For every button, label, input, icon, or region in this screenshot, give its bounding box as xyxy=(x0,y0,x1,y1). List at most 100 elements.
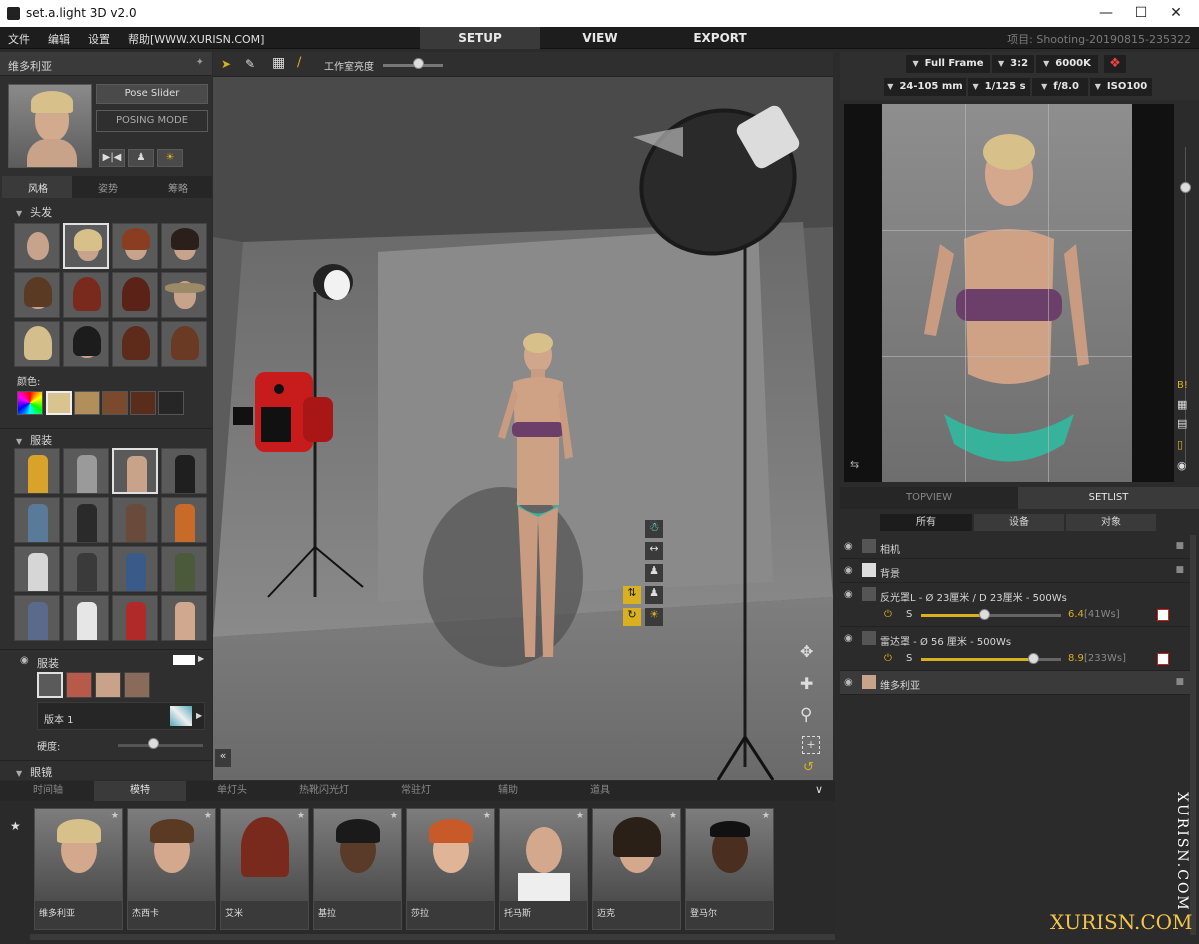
model-card[interactable]: ★ 托马斯 xyxy=(499,808,588,930)
hair-option[interactable] xyxy=(112,272,158,318)
setlist-item-camera[interactable]: ◉ 相机 ■ xyxy=(840,535,1190,559)
grid-overlay-icon[interactable]: ▦ xyxy=(1177,398,1187,411)
ratio-select[interactable]: ▼ 3:2 xyxy=(992,55,1034,73)
rotate-icon[interactable]: ↻ xyxy=(623,608,641,626)
glasses-section-header[interactable]: ▼ 眼镜 xyxy=(0,760,212,779)
clothing-option[interactable] xyxy=(14,497,60,543)
frame-icon[interactable]: + xyxy=(802,736,820,754)
filter-devices[interactable]: 设备 xyxy=(974,514,1064,531)
clothing-variant[interactable] xyxy=(124,672,150,698)
menu-settings[interactable]: 设置 xyxy=(88,31,110,47)
filter-all[interactable]: 所有 xyxy=(880,514,972,531)
studio-brightness-knob[interactable] xyxy=(413,58,424,69)
clothing-option[interactable] xyxy=(161,448,207,494)
pose-icon[interactable]: ♟ xyxy=(645,586,663,604)
sensor-select[interactable]: ▼ Full Frame xyxy=(906,55,990,73)
setlist-scrollbar[interactable] xyxy=(1190,535,1196,935)
power-icon[interactable]: ⏻ xyxy=(884,653,892,664)
setlist-item-model[interactable]: ◉ 维多利亚 ■ xyxy=(840,671,1190,695)
color-wheel-icon[interactable]: ❖ xyxy=(1104,55,1126,73)
model-card[interactable]: ★ 艾米 xyxy=(220,808,309,930)
hardness-slider-knob[interactable] xyxy=(148,738,159,749)
hair-color-swatch[interactable] xyxy=(46,391,72,415)
tab-strategy[interactable]: 筹略 xyxy=(168,180,188,195)
menu-edit[interactable]: 编辑 xyxy=(48,31,70,47)
pin-icon[interactable]: ✦ xyxy=(196,57,204,68)
clothing-variant[interactable] xyxy=(66,672,92,698)
tab-speedlight[interactable]: 热靴闪光灯 xyxy=(278,781,370,801)
vertical-move-icon[interactable]: ⇅ xyxy=(623,586,641,604)
reflector-power-knob[interactable] xyxy=(979,609,990,620)
histogram-icon[interactable]: ▤ xyxy=(1177,417,1187,430)
figure-icon[interactable]: ♟ xyxy=(645,564,663,582)
clothing-variant[interactable] xyxy=(37,672,63,698)
clothing-option[interactable] xyxy=(112,546,158,592)
focus-icon[interactable]: ◉ xyxy=(1177,459,1187,472)
setlist-item-background[interactable]: ◉ 背景 ■ xyxy=(840,559,1190,583)
tab-pose[interactable]: 姿势 xyxy=(98,180,118,195)
clothing-option[interactable] xyxy=(112,497,158,543)
camera-preview[interactable]: ⇆ xyxy=(844,104,1174,482)
clothing-section-header[interactable]: ▼ 服装 xyxy=(0,428,212,447)
tab-timeline[interactable]: 时间轴 xyxy=(2,781,94,801)
lens-select[interactable]: ▼ 24-105 mm xyxy=(884,78,966,96)
hair-option[interactable] xyxy=(14,272,60,318)
reflector-power-slider[interactable] xyxy=(921,614,1061,617)
menu-help[interactable]: 帮助[WWW.XURISN.COM] xyxy=(128,31,264,47)
clothing-option[interactable] xyxy=(14,546,60,592)
move-model-icon[interactable]: ☃ xyxy=(645,520,663,538)
version-selector[interactable]: 版本 1 ▶ xyxy=(37,702,205,730)
clothing-option[interactable] xyxy=(14,448,60,494)
temperature-select[interactable]: ▼ 6000K xyxy=(1036,55,1098,73)
tab-props[interactable]: 道具 xyxy=(554,781,646,801)
measure-tool-icon[interactable]: ✎ xyxy=(245,57,255,71)
clothing-color-swatch[interactable] xyxy=(173,655,195,665)
clothing-option[interactable] xyxy=(112,595,158,641)
hair-color-swatch[interactable] xyxy=(74,391,100,415)
tab-models[interactable]: 模特 xyxy=(94,781,186,801)
hair-option[interactable] xyxy=(161,272,207,318)
clothing-variant[interactable] xyxy=(95,672,121,698)
tab-auxiliary[interactable]: 辅助 xyxy=(462,781,554,801)
tab-view[interactable]: VIEW xyxy=(540,27,660,49)
select-tool-icon[interactable]: ➤ xyxy=(221,57,231,71)
orbit-icon[interactable]: ✥ xyxy=(800,642,813,661)
clothing-option[interactable] xyxy=(63,448,109,494)
color-picker-swatch[interactable] xyxy=(17,391,43,415)
favorites-star-icon[interactable]: ★ xyxy=(10,819,21,833)
models-scrollbar[interactable] xyxy=(30,934,835,940)
line-tool-icon[interactable]: ∕ xyxy=(297,55,301,70)
hair-option[interactable] xyxy=(14,321,60,367)
clothing-option[interactable] xyxy=(63,595,109,641)
hair-option[interactable] xyxy=(63,223,109,269)
preview-zoom-knob[interactable] xyxy=(1180,182,1191,193)
hair-option[interactable] xyxy=(161,223,207,269)
setlist-item-reflector[interactable]: ◉ 反光罩L - Ø 23厘米 / D 23厘米 - 500Ws ⏻ S 6.4… xyxy=(840,583,1190,627)
hair-color-swatch[interactable] xyxy=(102,391,128,415)
model-card[interactable]: ★ 基拉 xyxy=(313,808,402,930)
zoom-icon[interactable]: ⚲ xyxy=(800,705,812,725)
disable-icon[interactable] xyxy=(1157,653,1169,665)
model-card[interactable]: ★ 迈克 xyxy=(592,808,681,930)
model-card[interactable]: ★ 莎拉 xyxy=(406,808,495,930)
hardness-slider[interactable] xyxy=(118,744,203,747)
clothing-option[interactable] xyxy=(161,497,207,543)
clothing-option[interactable] xyxy=(63,546,109,592)
chevron-right-icon[interactable]: ▶ xyxy=(198,654,204,663)
aperture-select[interactable]: ▼ f/8.0 xyxy=(1032,78,1088,96)
hair-option[interactable] xyxy=(63,272,109,318)
exposure-icon[interactable]: B! xyxy=(1177,380,1188,391)
menu-file[interactable]: 文件 xyxy=(8,31,30,47)
tab-continuous-light[interactable]: 常驻灯 xyxy=(370,781,462,801)
orientation-icon[interactable]: ▯ xyxy=(1177,438,1183,451)
clothing-option[interactable] xyxy=(63,497,109,543)
disable-icon[interactable] xyxy=(1157,609,1169,621)
beauty-dish-power-slider[interactable] xyxy=(921,658,1061,661)
clothing-option[interactable] xyxy=(14,595,60,641)
tab-style[interactable]: 风格 xyxy=(28,180,48,195)
clothing-option[interactable] xyxy=(112,448,158,494)
visibility-eye-icon[interactable]: ◉ xyxy=(20,655,29,666)
tab-setup[interactable]: SETUP xyxy=(420,27,540,49)
shutter-select[interactable]: ▼ 1/125 s xyxy=(968,78,1030,96)
close-button[interactable]: ✕ xyxy=(1153,0,1199,27)
